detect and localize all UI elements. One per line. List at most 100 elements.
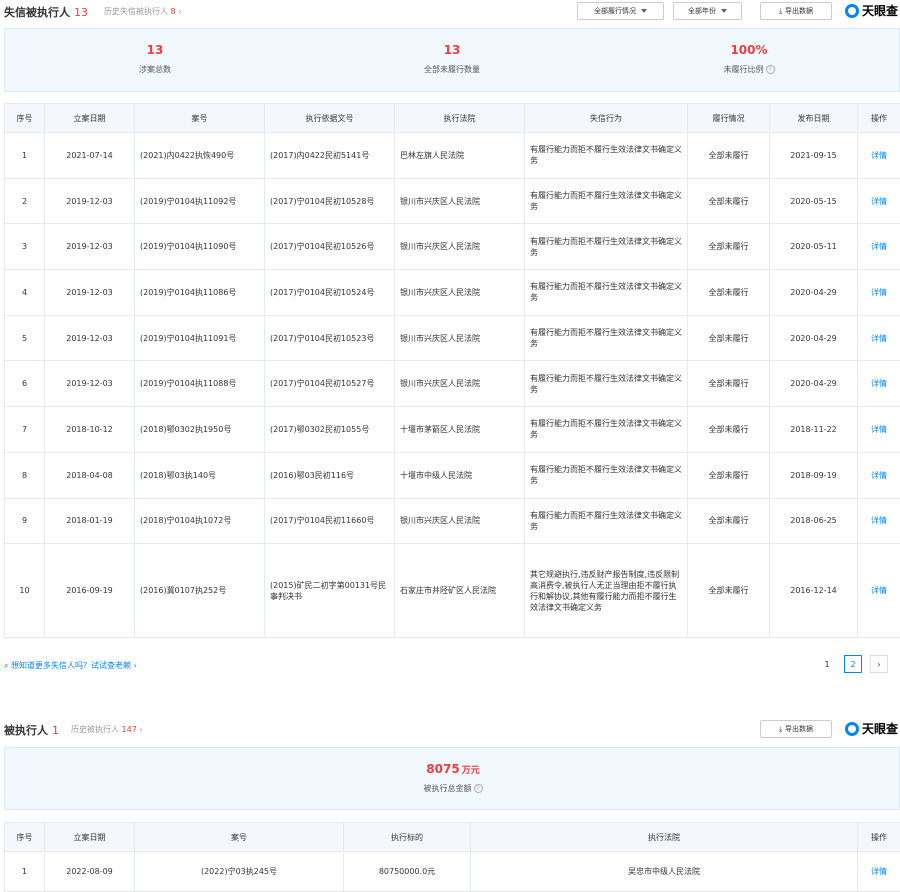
- history-link[interactable]: 历史被执行人 147 ›: [71, 724, 143, 735]
- column-header: 发布日期: [770, 104, 858, 133]
- column-header: 执行依据文号: [265, 104, 395, 133]
- details-link[interactable]: 详情: [858, 407, 900, 453]
- count: 1: [52, 724, 59, 737]
- chevron-right-icon: ›: [139, 725, 142, 734]
- details-link[interactable]: 详情: [858, 224, 900, 270]
- table-cell: 全部未履行: [688, 361, 770, 407]
- export-button[interactable]: ⤓导出数据: [760, 2, 832, 20]
- details-link[interactable]: 详情: [858, 270, 900, 316]
- table-cell: 2020-04-29: [770, 361, 858, 407]
- table-cell: (2017)宁0104民初10524号: [265, 270, 395, 316]
- help-icon[interactable]: ?: [474, 784, 483, 793]
- stat-total: 13 涉案总数: [55, 43, 255, 75]
- column-header: 案号: [135, 104, 265, 133]
- column-header: 序号: [5, 823, 45, 852]
- table-cell: 全部未履行: [688, 178, 770, 224]
- table-cell: 有履行能力而拒不履行生效法律文书确定义务: [525, 452, 688, 498]
- table-cell: (2017)鄂0302民初1055号: [265, 407, 395, 453]
- column-header: 履行情况: [688, 104, 770, 133]
- find-more-link[interactable]: ⌕ 想知道更多失信人吗？试试查老赖 ›: [4, 660, 137, 671]
- search-icon: ⌕: [4, 661, 8, 670]
- table-cell: 2020-05-11: [770, 224, 858, 270]
- table-cell: 全部未履行: [688, 315, 770, 361]
- table-cell: (2017)宁0104民初10527号: [265, 361, 395, 407]
- table-cell: (2019)宁0104执11086号: [135, 270, 265, 316]
- export-button[interactable]: ⤓导出数据: [760, 720, 832, 738]
- table-cell: 石家庄市井陉矿区人民法院: [395, 544, 525, 638]
- table-cell: (2016)鄂03民初116号: [265, 452, 395, 498]
- help-icon[interactable]: ?: [766, 65, 775, 74]
- details-link[interactable]: 详情: [858, 544, 900, 638]
- table-cell: 全部未履行: [688, 544, 770, 638]
- executed-header: 被执行人1 历史被执行人 147 › ⤓导出数据 天眼查: [0, 718, 900, 740]
- table-cell: 2016-12-14: [770, 544, 858, 638]
- table-row: 22019-12-03(2019)宁0104执11092号(2017)宁0104…: [5, 178, 900, 224]
- table-cell: 2018-06-25: [770, 498, 858, 544]
- table-cell: 银川市兴庆区人民法院: [395, 361, 525, 407]
- column-header: 执行法院: [471, 823, 858, 852]
- table-cell: 全部未履行: [688, 452, 770, 498]
- table-row: 72018-10-12(2018)鄂0302执1950号(2017)鄂0302民…: [5, 407, 900, 453]
- caret-down-icon: [721, 9, 727, 13]
- page-2[interactable]: 2: [844, 655, 862, 673]
- details-link[interactable]: 详情: [858, 361, 900, 407]
- details-link[interactable]: 详情: [858, 133, 900, 179]
- table-cell: 银川市兴庆区人民法院: [395, 224, 525, 270]
- table-cell: (2016)冀0107执252号: [135, 544, 265, 638]
- table-cell: 2018-10-12: [45, 407, 135, 453]
- tianyancha-logo: 天眼查: [845, 2, 898, 19]
- column-header: 立案日期: [45, 823, 135, 852]
- table-cell: 2020-04-29: [770, 315, 858, 361]
- table-cell: (2017)内0422民初5141号: [265, 133, 395, 179]
- details-link[interactable]: 详情: [858, 178, 900, 224]
- table-cell: (2017)宁0104民初10526号: [265, 224, 395, 270]
- table-row: 32019-12-03(2019)宁0104执11090号(2017)宁0104…: [5, 224, 900, 270]
- table-cell: (2017)宁0104民初10523号: [265, 315, 395, 361]
- table-row: 42019-12-03(2019)宁0104执11086号(2017)宁0104…: [5, 270, 900, 316]
- table-cell: 全部未履行: [688, 498, 770, 544]
- table-cell: (2019)宁0104执11092号: [135, 178, 265, 224]
- table-cell: (2018)鄂0302执1950号: [135, 407, 265, 453]
- table-cell: 2019-12-03: [45, 315, 135, 361]
- table-cell: 2016-09-19: [45, 544, 135, 638]
- table-row: 102016-09-19(2016)冀0107执252号(2015)矿民二初字第…: [5, 544, 900, 638]
- count: 13: [74, 6, 88, 19]
- next-page-button[interactable]: ›: [870, 655, 888, 673]
- page-1[interactable]: 1: [818, 655, 836, 673]
- table-cell: (2019)宁0104执11091号: [135, 315, 265, 361]
- details-link[interactable]: 详情: [858, 498, 900, 544]
- table-cell: 银川市兴庆区人民法院: [395, 498, 525, 544]
- history-link[interactable]: 历史失信被执行人 8 ›: [104, 6, 181, 17]
- table-cell: 2020-04-29: [770, 270, 858, 316]
- tianyancha-logo: 天眼查: [845, 720, 898, 737]
- chevron-right-icon: ›: [134, 661, 137, 670]
- table-row: 12021-07-14(2021)内0422执恢490号(2017)内0422民…: [5, 133, 900, 179]
- column-header: 失信行为: [525, 104, 688, 133]
- details-link[interactable]: 详情: [858, 315, 900, 361]
- section-title: 被执行人1: [4, 722, 59, 738]
- table-cell: 2019-12-03: [45, 361, 135, 407]
- table-cell: 6: [5, 361, 45, 407]
- table-cell: 2019-12-03: [45, 178, 135, 224]
- table-header: 序号立案日期案号执行依据文号执行法院失信行为履行情况发布日期操作: [5, 104, 900, 133]
- table-cell: 2018-01-19: [45, 498, 135, 544]
- table-cell: 银川市兴庆区人民法院: [395, 270, 525, 316]
- dishonest-table: 序号立案日期案号执行依据文号执行法院失信行为履行情况发布日期操作 12021-0…: [4, 103, 900, 638]
- table-cell: (2017)宁0104民初10528号: [265, 178, 395, 224]
- table-cell: (2018)宁0104执1072号: [135, 498, 265, 544]
- column-header: 操作: [858, 104, 900, 133]
- table-row: 92018-01-19(2018)宁0104执1072号(2017)宁0104民…: [5, 498, 900, 544]
- logo-icon: [845, 722, 859, 736]
- table-cell: 其它规避执行,违反财产报告制度,违反限制高消费令,被执行人无正当理由拒不履行执行…: [525, 544, 688, 638]
- perform-filter-dropdown[interactable]: 全部履行情况: [577, 2, 664, 20]
- section-title: 失信被执行人13: [4, 4, 88, 20]
- table-cell: 5: [5, 315, 45, 361]
- table-cell: 2018-11-22: [770, 407, 858, 453]
- stat-amount: 8075万元 被执行总金额?: [353, 762, 553, 794]
- table-cell: 有履行能力而拒不履行生效法律文书确定义务: [525, 315, 688, 361]
- table-cell: (2019)宁0104执11090号: [135, 224, 265, 270]
- year-filter-dropdown[interactable]: 全部年份: [673, 2, 742, 20]
- table-cell: 银川市兴庆区人民法院: [395, 178, 525, 224]
- details-link[interactable]: 详情: [858, 452, 900, 498]
- table-cell: 7: [5, 407, 45, 453]
